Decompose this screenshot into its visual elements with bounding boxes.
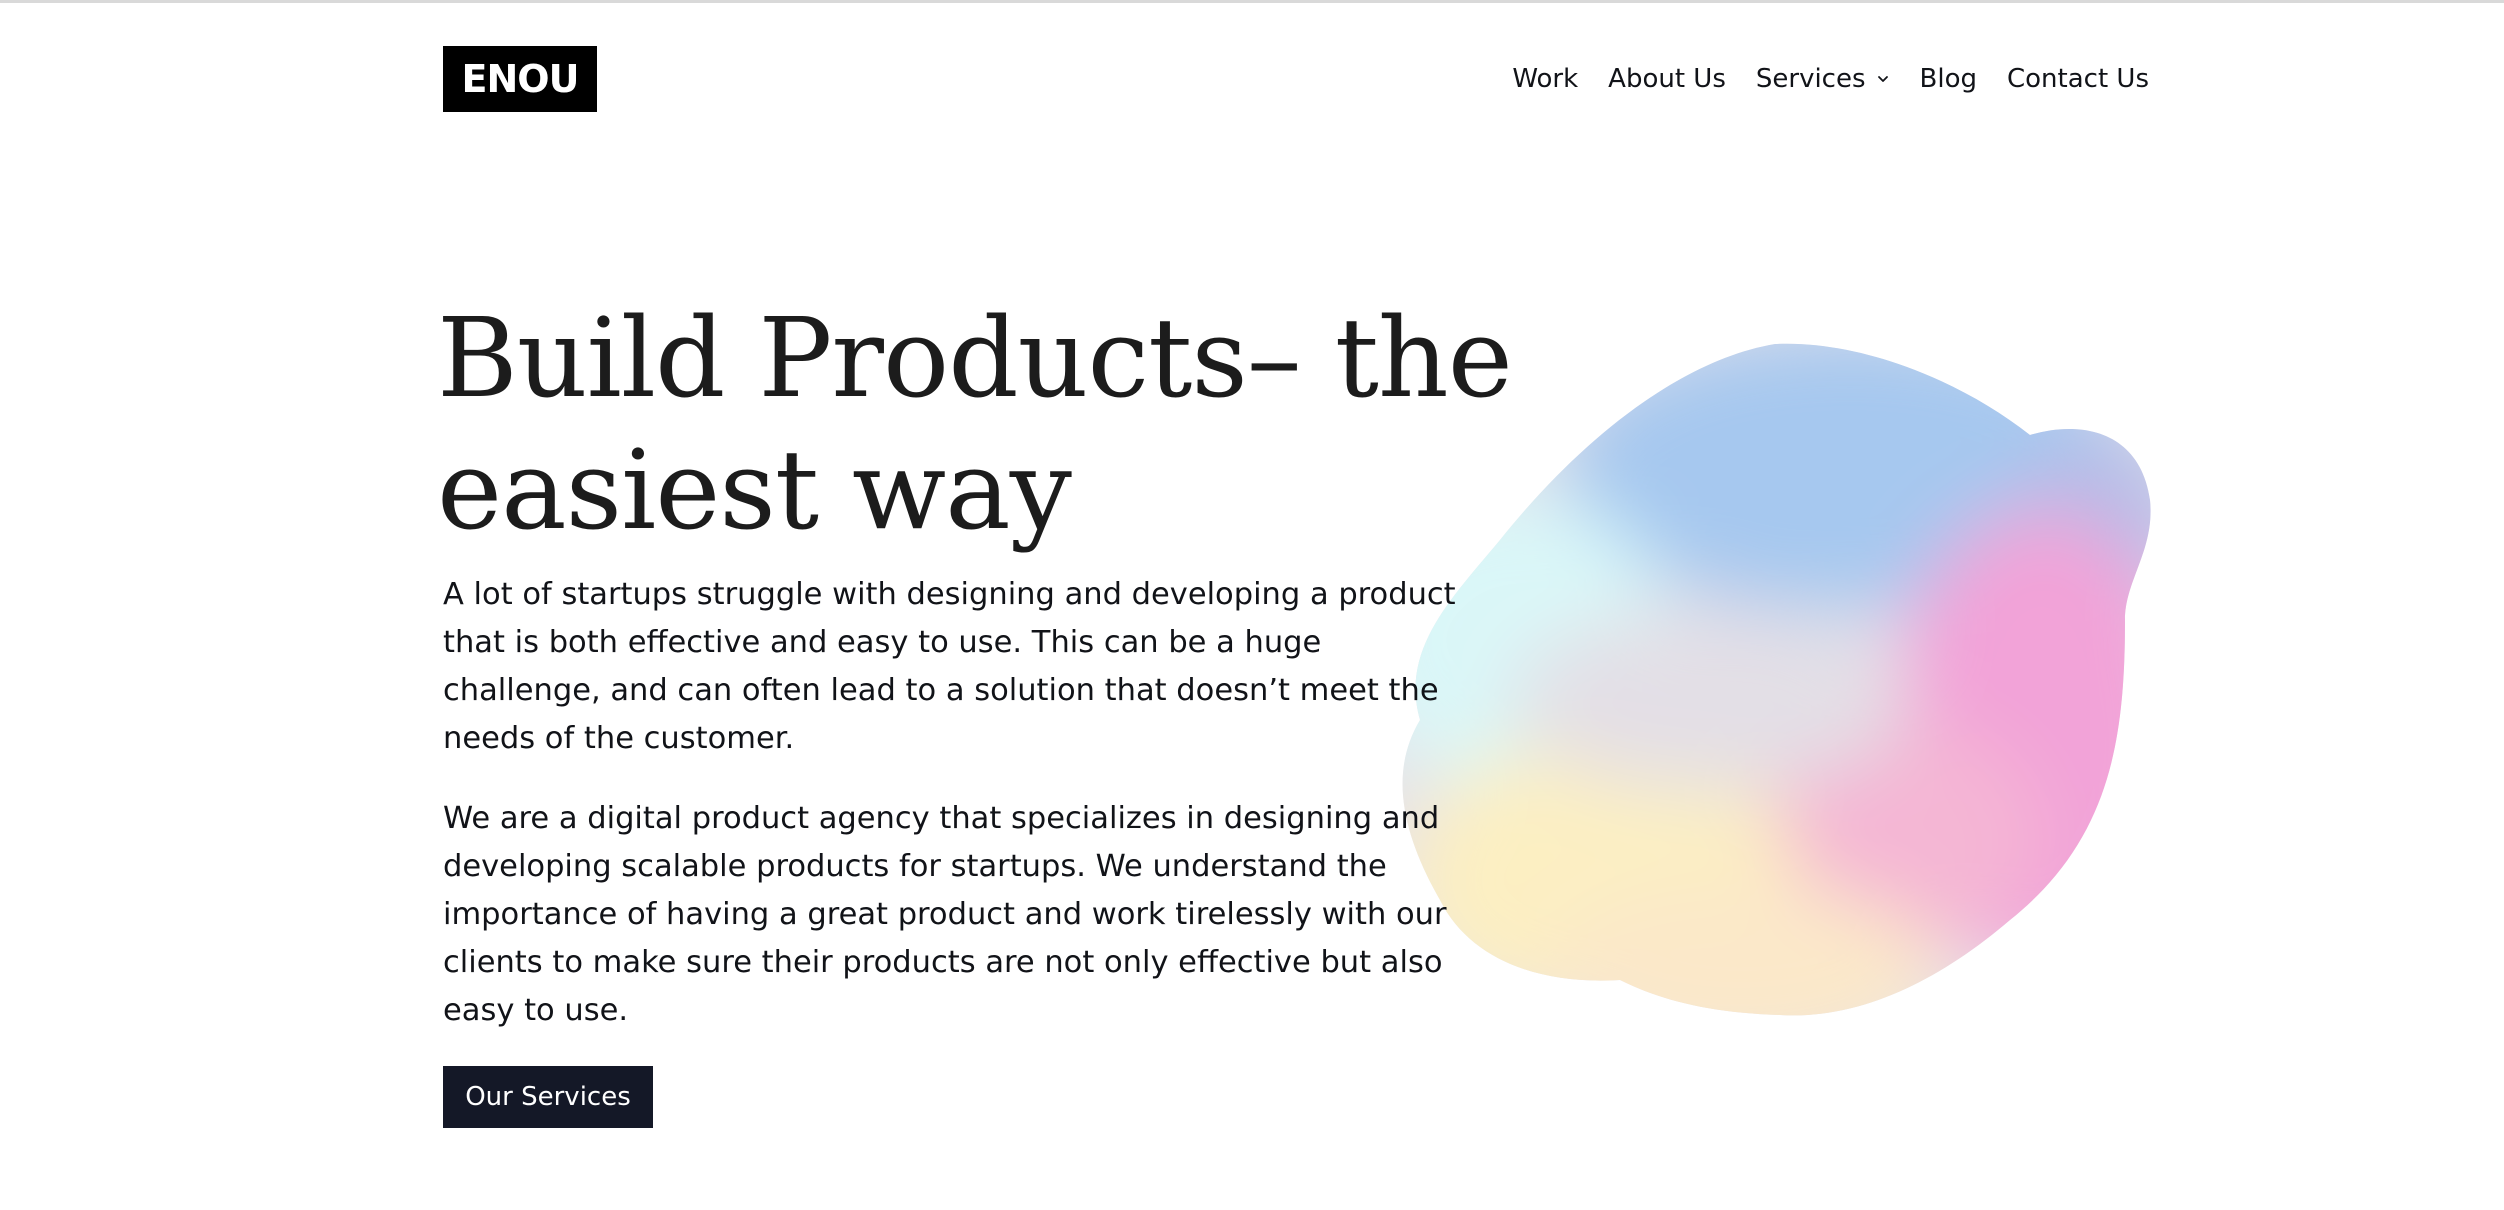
nav-about-us-label: About Us <box>1608 64 1726 94</box>
hero-title-line-2: easiest way <box>437 426 1072 554</box>
main-nav: Work About Us Services Blog Contact Us <box>1512 56 2149 102</box>
our-services-button[interactable]: Our Services <box>443 1066 653 1128</box>
logo-text: ENOU <box>461 57 580 101</box>
nav-services-label: Services <box>1755 64 1866 94</box>
nav-work-label: Work <box>1512 64 1579 94</box>
logo[interactable]: ENOU <box>443 46 597 112</box>
top-border <box>0 0 2504 3</box>
nav-contact-us-label: Contact Us <box>2007 64 2149 94</box>
nav-services[interactable]: Services <box>1756 64 1890 94</box>
hero-title: Build Products– the easiest way <box>437 292 1537 556</box>
nav-work[interactable]: Work <box>1512 64 1578 94</box>
hero-paragraph-2: We are a digital product agency that spe… <box>443 801 1447 1028</box>
chevron-down-icon <box>1877 76 1888 82</box>
nav-about-us[interactable]: About Us <box>1608 64 1726 94</box>
nav-blog[interactable]: Blog <box>1920 64 1977 94</box>
nav-contact-us[interactable]: Contact Us <box>2007 64 2149 94</box>
hero-title-line-1: Build Products– the <box>437 294 1513 422</box>
hero-paragraph-1: A lot of startups struggle with designin… <box>443 577 1456 756</box>
nav-blog-label: Blog <box>1919 64 1977 94</box>
